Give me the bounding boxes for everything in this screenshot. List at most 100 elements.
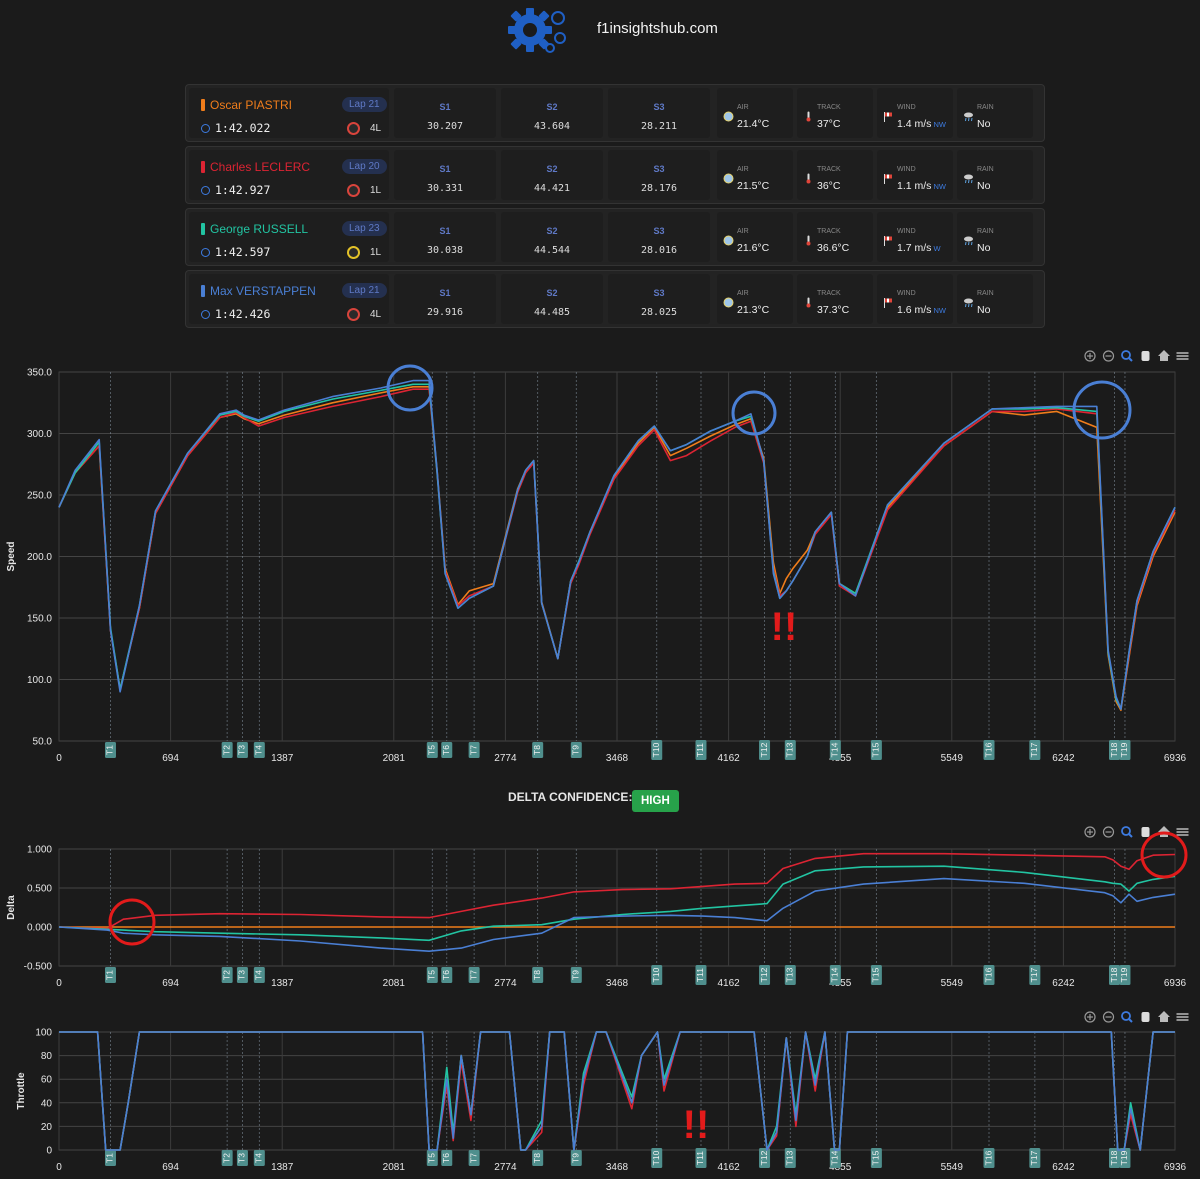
zoom-in-icon[interactable]: [1084, 1011, 1096, 1023]
y-tick-label: 150.0: [27, 614, 52, 625]
corner-label: T8: [532, 745, 542, 755]
weather-wind-value: 1.4 m/s: [897, 118, 932, 130]
corner-badge: [104, 1150, 116, 1166]
menu-icon[interactable]: [1176, 1013, 1189, 1021]
highlight-circle: [108, 898, 156, 946]
home-icon[interactable]: [1158, 1011, 1170, 1022]
corner-badge: [441, 742, 453, 758]
home-icon[interactable]: [1158, 350, 1170, 361]
corner-label: T3: [237, 745, 247, 755]
corner-label: T13: [785, 967, 795, 982]
sector-s3-cell: S3 28.025: [608, 274, 710, 324]
sector-s3-cell: S3 28.211: [608, 88, 710, 138]
weather-value: No: [977, 304, 990, 316]
menu-icon[interactable]: [1176, 352, 1189, 360]
sector-time: 30.038: [426, 245, 464, 256]
lap-time: 1:42.426: [201, 307, 270, 321]
corner-badge: [221, 967, 233, 983]
home-icon[interactable]: [1158, 826, 1170, 837]
corner-badge: [253, 967, 265, 983]
corner-badge: [532, 1150, 544, 1166]
weather-rain-cell: RAIN No: [957, 212, 1033, 262]
chart-toolbar: [1084, 350, 1189, 362]
driver-row: Oscar PIASTRI Lap 21 1:42.022 4L S1 30.207 S2 4…: [185, 84, 1045, 142]
corner-badge: [468, 742, 480, 758]
corner-label: T7: [468, 1153, 478, 1163]
corner-badge: [870, 1148, 882, 1168]
y-tick-label: 80: [41, 1051, 53, 1062]
series-line-oscar-piastri: [58, 386, 1176, 712]
driver-info-cell: George RUSSELL Lap 23 1:42.597 1L: [189, 212, 389, 262]
x-tick-label: 5549: [941, 1162, 964, 1173]
y-tick-label: 20: [41, 1122, 53, 1133]
x-tick-label: 1387: [271, 753, 294, 764]
weather-track-cell: TRACK 37°C: [797, 88, 873, 138]
corner-label: T2: [221, 745, 231, 755]
air-temp-icon: [723, 111, 734, 122]
air-temp-icon: [723, 235, 734, 246]
corner-badge: [468, 1150, 480, 1166]
series-line-max-verstappen: [58, 379, 1176, 710]
y-tick-label: 100: [35, 1028, 52, 1039]
y-tick-label: 350.0: [27, 368, 52, 379]
pan-hand-icon[interactable]: [1141, 351, 1150, 361]
corner-label: T5: [427, 745, 437, 755]
lap-badge: Lap 21: [342, 97, 387, 112]
pan-hand-icon[interactable]: [1141, 1012, 1150, 1022]
zoom-in-icon[interactable]: [1084, 826, 1096, 838]
corner-badge: [1029, 740, 1041, 760]
weather-value: No: [977, 242, 990, 254]
weather-label: TRACK: [817, 166, 841, 173]
corner-label: T5: [427, 970, 437, 980]
weather-wind-cell: WIND 1.6 m/s NW: [877, 274, 953, 324]
x-tick-label: 4855: [829, 978, 852, 989]
y-tick-label: 100.0: [27, 675, 52, 686]
driver-name-text: Max VERSTAPPEN: [210, 284, 316, 298]
driver-row: Max VERSTAPPEN Lap 21 1:42.426 4L S1 29.916 S2…: [185, 270, 1045, 328]
rain-icon: [964, 174, 973, 184]
x-tick-label: 3468: [606, 753, 629, 764]
sector-s1-cell: S1 30.038: [394, 212, 496, 262]
corner-badge: [1109, 740, 1121, 760]
zoom-out-icon[interactable]: [1102, 826, 1115, 838]
corner-badge: [104, 742, 116, 758]
corner-badge: [695, 740, 707, 760]
wind-icon: [884, 236, 892, 246]
delta-chart: 1.000 0.500 0.000 -0.5000 694 1387 2081 2774 346…: [6, 826, 1189, 989]
sector-time: 28.016: [640, 245, 678, 256]
magnifier-icon[interactable]: [1121, 1011, 1133, 1023]
delta-confidence-badge: HIGH: [632, 790, 679, 812]
lap-time-value: 1:42.597: [215, 245, 271, 259]
corner-label: T14: [830, 1150, 840, 1165]
corner-badge: [759, 1148, 771, 1168]
y-axis-title: Throttle: [16, 1072, 27, 1110]
sector-s3-cell: S3 28.176: [608, 150, 710, 200]
y-tick-label: 0.000: [27, 923, 52, 934]
x-tick-label: 2774: [494, 978, 517, 989]
corner-badge: [695, 1148, 707, 1168]
x-tick-label: 6936: [1164, 1162, 1187, 1173]
weather-label: WIND: [897, 104, 916, 111]
y-tick-label: 0: [46, 1146, 52, 1157]
menu-icon[interactable]: [1176, 828, 1189, 836]
corner-badge: [784, 740, 796, 760]
weather-track-cell: TRACK 36.6°C: [797, 212, 873, 262]
speed-chart: 350.0 300.0 250.0 200.0 150.0 100.0 50.00 694 13…: [6, 350, 1189, 764]
zoom-out-icon[interactable]: [1102, 350, 1115, 362]
weather-value: 37.3°C: [817, 304, 849, 316]
zoom-in-icon[interactable]: [1084, 350, 1096, 362]
weather-label: TRACK: [817, 228, 841, 235]
corner-badge: [870, 740, 882, 760]
corner-label: T6: [441, 745, 451, 755]
thermometer-icon: [806, 297, 811, 308]
zoom-out-icon[interactable]: [1102, 1011, 1115, 1023]
corner-label: T12: [759, 1150, 769, 1165]
magnifier-icon[interactable]: [1121, 826, 1133, 838]
pan-hand-icon[interactable]: [1141, 827, 1150, 837]
magnifier-icon[interactable]: [1121, 350, 1133, 362]
driver-name-text: Charles LECLERC: [210, 160, 311, 174]
corner-badge: [1029, 965, 1041, 985]
sector-time: 28.211: [640, 121, 678, 132]
x-tick-label: 5549: [941, 978, 964, 989]
site-title: f1insightshub.com: [597, 20, 718, 37]
